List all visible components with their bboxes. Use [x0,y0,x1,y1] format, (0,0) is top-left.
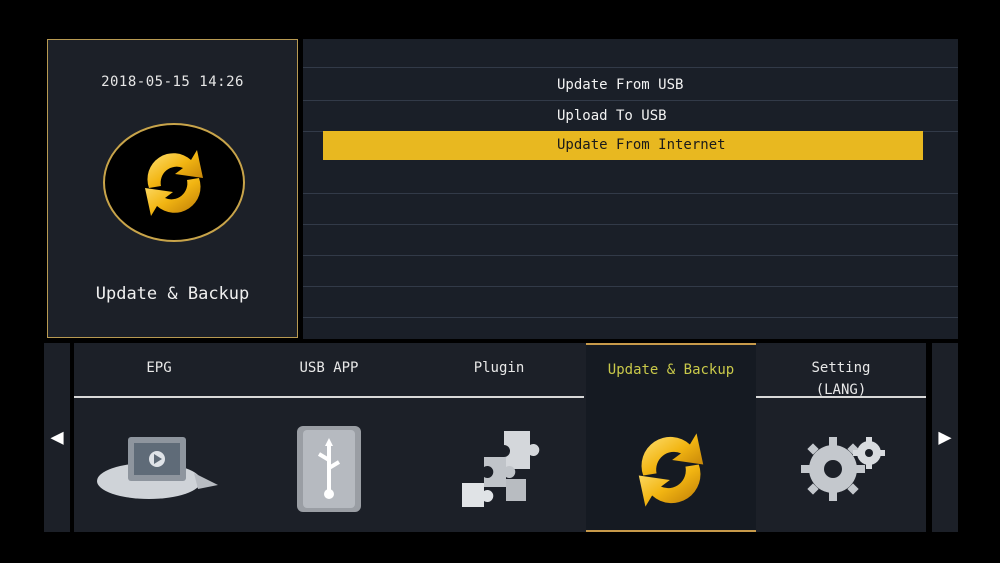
clock: 2018-05-15 14:26 [101,74,244,90]
tab-plugin[interactable]: Plugin [414,343,584,532]
nav-right-arrow-icon[interactable]: ▶ [932,343,958,532]
epg-tv-icon [74,413,244,523]
menu-row-empty [303,225,958,256]
menu-row-empty [303,194,958,225]
tab-label: USB APP [299,360,359,376]
tab-divider [756,396,926,398]
info-title: Update & Backup [95,284,250,304]
menu-item-update-from-usb[interactable]: Update From USB [303,70,958,101]
menu-panel: Update From USB Upload To USB Update Fro… [303,39,958,339]
tab-label: Setting (LANG) [811,360,871,398]
menu-row-empty [303,256,958,287]
menu-item-upload-to-usb[interactable]: Upload To USB [303,101,958,132]
menu-row-empty [303,287,958,318]
gear-icon [756,413,926,523]
menu-item-update-from-internet[interactable]: Update From Internet [323,131,923,160]
tab-epg[interactable]: EPG [74,343,244,532]
tab-update-backup[interactable]: Update & Backup [586,343,756,532]
update-backup-icon [586,415,756,525]
nav-left-arrow-icon[interactable]: ◀ [44,343,70,532]
update-backup-icon [103,123,245,242]
tab-setting[interactable]: Setting (LANG) [756,343,926,532]
menu-row-empty [303,163,958,194]
menu-divider [303,39,958,68]
tab-label: Update & Backup [607,362,735,378]
usb-drive-icon [244,413,414,523]
tab-label: Plugin [473,360,525,376]
tab-usb-app[interactable]: USB APP [244,343,414,532]
tabs-bar: EPG USB APP Plugin Update & Backup Setti… [74,343,926,532]
tab-divider [244,396,414,398]
tab-label: EPG [146,360,172,376]
puzzle-icon [414,413,584,523]
tab-divider [74,396,244,398]
info-panel: 2018-05-15 14:26 Update & Backup [47,39,298,338]
tab-divider [414,396,584,398]
